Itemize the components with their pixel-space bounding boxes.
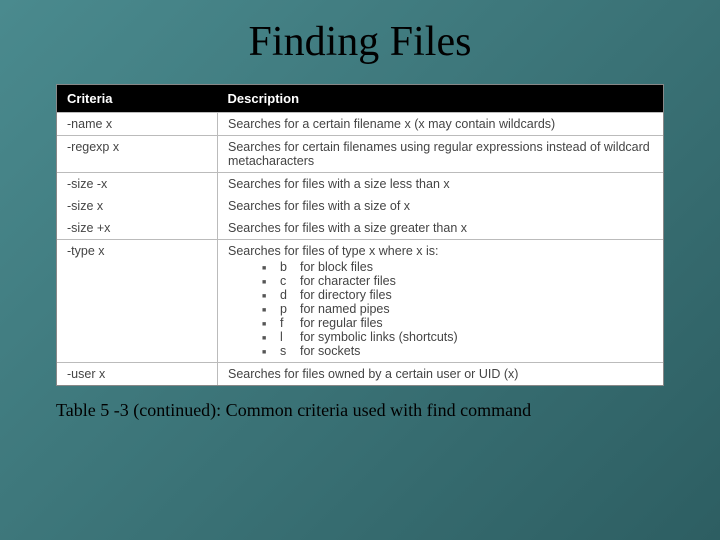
table-row: -size +x Searches for files with a size …: [57, 217, 663, 240]
criteria-cell: -regexp x: [57, 136, 218, 173]
type-option: bfor block files: [262, 260, 653, 274]
type-option: dfor directory files: [262, 288, 653, 302]
type-text: for character files: [300, 274, 396, 288]
header-criteria: Criteria: [57, 85, 218, 113]
type-code: b: [280, 260, 300, 274]
type-code: c: [280, 274, 300, 288]
description-cell: Searches for files owned by a certain us…: [218, 363, 664, 386]
criteria-cell: -size -x: [57, 173, 218, 196]
type-option-list: bfor block files cfor character files df…: [262, 260, 653, 358]
criteria-cell: -user x: [57, 363, 218, 386]
type-code: p: [280, 302, 300, 316]
type-text: for symbolic links (shortcuts): [300, 330, 458, 344]
type-intro: Searches for files of type x where x is:: [228, 244, 439, 258]
type-option: ffor regular files: [262, 316, 653, 330]
table-row: -size x Searches for files with a size o…: [57, 195, 663, 217]
type-text: for named pipes: [300, 302, 390, 316]
type-option: sfor sockets: [262, 344, 653, 358]
table-caption: Table 5 -3 (continued): Common criteria …: [56, 400, 664, 421]
description-cell: Searches for a certain filename x (x may…: [218, 113, 664, 136]
description-cell: Searches for certain filenames using reg…: [218, 136, 664, 173]
type-text: for directory files: [300, 288, 392, 302]
description-cell: Searches for files with a size less than…: [218, 173, 664, 196]
type-code: f: [280, 316, 300, 330]
criteria-cell: -size +x: [57, 217, 218, 240]
criteria-cell: -size x: [57, 195, 218, 217]
table-row: -name x Searches for a certain filename …: [57, 113, 663, 136]
type-option: cfor character files: [262, 274, 653, 288]
description-cell: Searches for files of type x where x is:…: [218, 240, 664, 363]
description-cell: Searches for files with a size greater t…: [218, 217, 664, 240]
table-row: -size -x Searches for files with a size …: [57, 173, 663, 196]
criteria-table: Criteria Description -name x Searches fo…: [56, 84, 664, 386]
description-cell: Searches for files with a size of x: [218, 195, 664, 217]
type-text: for block files: [300, 260, 373, 274]
table-row: -regexp x Searches for certain filenames…: [57, 136, 663, 173]
type-code: d: [280, 288, 300, 302]
type-text: for sockets: [300, 344, 360, 358]
type-option: lfor symbolic links (shortcuts): [262, 330, 653, 344]
type-option: pfor named pipes: [262, 302, 653, 316]
header-description: Description: [218, 85, 664, 113]
type-code: l: [280, 330, 300, 344]
table-row: -type x Searches for files of type x whe…: [57, 240, 663, 363]
criteria-cell: -type x: [57, 240, 218, 363]
slide: Finding Files Criteria Description -name…: [0, 0, 720, 540]
type-text: for regular files: [300, 316, 383, 330]
slide-title: Finding Files: [0, 0, 720, 84]
table-header-row: Criteria Description: [57, 85, 663, 113]
criteria-cell: -name x: [57, 113, 218, 136]
table-row: -user x Searches for files owned by a ce…: [57, 363, 663, 386]
type-code: s: [280, 344, 300, 358]
